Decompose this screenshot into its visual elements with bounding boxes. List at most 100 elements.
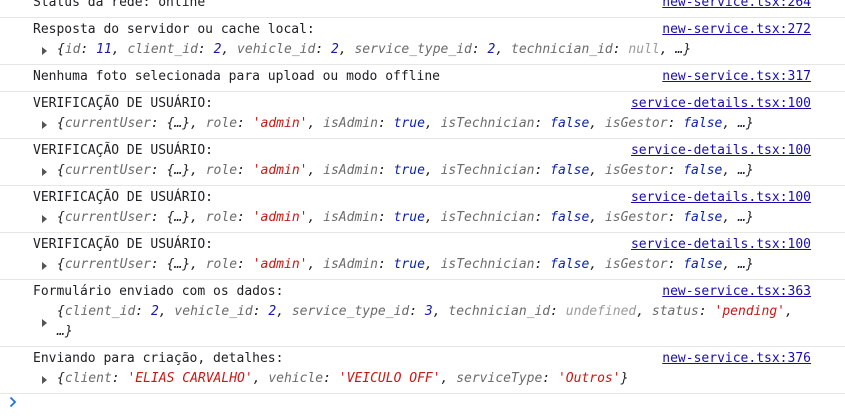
console-message-text: VERIFICAÇÃO DE USUÁRIO: <box>33 237 214 252</box>
object-token: 'admin' <box>252 163 308 178</box>
object-token: technician_id <box>511 42 613 57</box>
source-link[interactable]: service-details.tsx:100 <box>631 235 811 255</box>
object-token: isAdmin <box>323 257 378 272</box>
object-token: , <box>589 163 605 178</box>
source-link[interactable]: service-details.tsx:100 <box>631 188 811 208</box>
object-token: } <box>620 371 629 386</box>
object-preview[interactable]: {currentUser: {…}, role: 'admin', isAdmi… <box>33 255 811 275</box>
source-link[interactable]: new-service.tsx:317 <box>662 67 811 87</box>
console-prompt[interactable] <box>8 396 22 410</box>
object-token: 'ELIAS CARVALHO' <box>127 371 253 386</box>
object-token: currentUser <box>64 163 151 178</box>
object-token: false <box>683 210 723 225</box>
object-token: , <box>307 257 324 272</box>
object-token: true <box>393 257 425 272</box>
object-token: : <box>197 42 214 57</box>
expand-triangle-icon[interactable] <box>42 121 47 129</box>
object-token: currentUser <box>64 210 151 225</box>
object-token: serviceType <box>456 371 543 386</box>
object-token: , …} <box>722 257 754 272</box>
object-token: , <box>307 116 324 131</box>
object-token: false <box>550 210 590 225</box>
object-token: : {…}, <box>150 257 206 272</box>
object-token: isGestor <box>604 210 668 225</box>
console-message-text: Formulário enviado com os dados: <box>33 284 284 299</box>
object-token: isAdmin <box>323 163 378 178</box>
object-token: , …} <box>722 163 754 178</box>
object-token: isTechnician <box>440 257 535 272</box>
console-message: VERIFICAÇÃO DE USUÁRIO: service-details.t… <box>0 186 845 233</box>
object-token: { <box>57 304 65 319</box>
object-token: 'Outros' <box>557 371 621 386</box>
object-token: isTechnician <box>440 163 535 178</box>
object-token: false <box>550 116 590 131</box>
object-token: : <box>377 163 394 178</box>
object-token: : <box>471 42 488 57</box>
object-token: : <box>111 371 128 386</box>
object-token: isAdmin <box>323 210 378 225</box>
object-token: : <box>237 116 253 131</box>
source-link[interactable]: new-service.tsx:376 <box>662 349 811 369</box>
source-link[interactable]: new-service.tsx:363 <box>662 282 811 302</box>
object-token: role <box>205 257 238 272</box>
source-link[interactable]: new-service.tsx:264 <box>662 0 811 13</box>
object-token: 'admin' <box>252 257 308 272</box>
console-message-header: VERIFICAÇÃO DE USUÁRIO: service-details.t… <box>33 188 811 208</box>
object-token: 'admin' <box>252 210 308 225</box>
object-preview[interactable]: {client: 'ELIAS CARVALHO', vehicle: 'VEI… <box>33 369 811 389</box>
object-token: : <box>377 257 394 272</box>
object-token: : <box>252 304 269 319</box>
object-token: , <box>307 210 324 225</box>
console-message: Status da rede: online new-service.tsx:26… <box>0 0 845 18</box>
source-link[interactable]: new-service.tsx:272 <box>662 20 811 40</box>
object-token: , <box>440 371 457 386</box>
object-token: : <box>237 257 253 272</box>
console-message-header: Status da rede: online new-service.tsx:26… <box>33 0 811 13</box>
object-token: true <box>393 163 425 178</box>
expand-triangle-icon[interactable] <box>42 215 47 223</box>
object-token: currentUser <box>64 257 151 272</box>
object-token: status <box>651 304 699 319</box>
console-message-header: Resposta do servidor ou cache local: new-… <box>33 20 811 40</box>
object-token: , <box>424 163 441 178</box>
console-message-header: VERIFICAÇÃO DE USUÁRIO: service-details.t… <box>33 235 811 255</box>
console-message-text: Enviando para criação, detalhes: <box>33 351 284 366</box>
object-token: , <box>158 304 175 319</box>
object-preview[interactable]: {client_id: 2, vehicle_id: 2, service_ty… <box>33 302 811 342</box>
object-token: , <box>424 257 441 272</box>
expand-triangle-icon[interactable] <box>42 319 47 327</box>
object-token: : {…}, <box>150 116 206 131</box>
object-token: service_type_id <box>354 42 472 57</box>
object-token: : <box>612 42 629 57</box>
expand-triangle-icon[interactable] <box>42 262 47 270</box>
source-link[interactable]: service-details.tsx:100 <box>631 141 811 161</box>
object-token: { <box>57 371 65 386</box>
object-token: : <box>80 42 97 57</box>
expand-triangle-icon[interactable] <box>42 47 47 55</box>
object-preview[interactable]: {currentUser: {…}, role: 'admin', isAdmi… <box>33 114 811 134</box>
source-link[interactable]: service-details.tsx:100 <box>631 94 811 114</box>
object-token: false <box>683 116 723 131</box>
object-token: : <box>534 210 551 225</box>
object-token: : <box>377 116 394 131</box>
object-token: , <box>307 163 324 178</box>
object-token: 'admin' <box>252 116 308 131</box>
object-token: : <box>698 304 715 319</box>
console-message: Resposta do servidor ou cache local: new-… <box>0 18 845 65</box>
object-token: , <box>424 116 441 131</box>
console-message-text: VERIFICAÇÃO DE USUÁRIO: <box>33 143 214 158</box>
object-token: vehicle_id <box>174 304 253 319</box>
object-token: isGestor <box>604 116 668 131</box>
object-token: , <box>252 371 269 386</box>
object-preview[interactable]: {currentUser: {…}, role: 'admin', isAdmi… <box>33 208 811 228</box>
expand-triangle-icon[interactable] <box>42 376 47 384</box>
object-token: technician_id <box>448 304 551 319</box>
object-token: { <box>57 163 65 178</box>
object-preview[interactable]: {currentUser: {…}, role: 'admin', isAdmi… <box>33 161 811 181</box>
object-token: false <box>550 257 590 272</box>
object-preview[interactable]: {id: 11, client_id: 2, vehicle_id: 2, se… <box>33 40 811 60</box>
object-token: false <box>683 257 723 272</box>
expand-triangle-icon[interactable] <box>42 168 47 176</box>
object-token: : <box>667 210 684 225</box>
object-token: { <box>57 42 65 57</box>
